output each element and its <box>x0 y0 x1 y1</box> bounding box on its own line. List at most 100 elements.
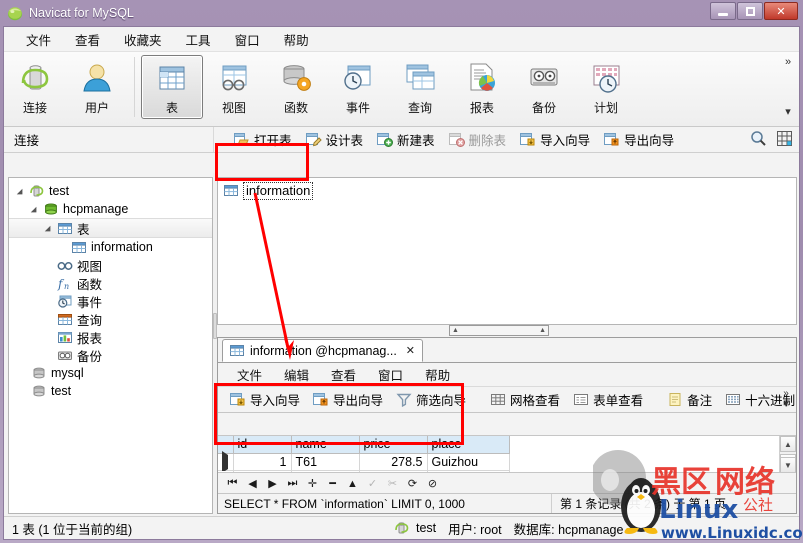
column-header-name[interactable]: name <box>291 436 360 454</box>
form-view-button[interactable]: 表单查看 <box>567 387 649 412</box>
tree-node-test-connection[interactable]: test <box>9 182 212 200</box>
tree-node-events[interactable]: 事件 <box>9 292 212 310</box>
memo-button[interactable]: 备注 <box>661 387 718 412</box>
current-row-indicator <box>218 450 234 473</box>
search-icon[interactable] <box>750 130 767 150</box>
cancel-edit-icon[interactable]: ✂ <box>384 475 401 492</box>
prev-record-icon[interactable]: ◀ <box>244 475 261 492</box>
toolbar-overflow[interactable]: » ▾ <box>781 56 795 118</box>
toolbar-query-button[interactable]: 查询 <box>389 55 451 119</box>
data-grid: id name price place 1 T61 278.5 Guizhou … <box>218 435 796 473</box>
toolbar-connection-button[interactable]: 连接 <box>4 55 66 119</box>
table-row[interactable]: 1 T61 278.5 Guizhou <box>218 450 510 473</box>
design-table-button[interactable]: 设计表 <box>300 127 370 152</box>
menu-file[interactable]: 文件 <box>14 27 63 52</box>
expand-twisty-icon[interactable] <box>45 223 56 234</box>
toolbar-view-button[interactable]: 视图 <box>203 55 265 119</box>
cell-id[interactable]: 1 <box>233 453 292 471</box>
menu-window[interactable]: 窗口 <box>223 27 272 52</box>
filter-wizard-button[interactable]: 筛选向导 <box>390 387 472 412</box>
toolbar-backup-button[interactable]: 备份 <box>513 55 575 119</box>
object-list-item-information[interactable]: information <box>218 178 796 201</box>
tree-node-mysql-db[interactable]: mysql <box>9 364 212 382</box>
inner-toolbar-overflow[interactable]: » ▾ <box>780 388 792 410</box>
grid-view-button[interactable]: 网格查看 <box>484 387 566 412</box>
expand-twisty-icon[interactable] <box>17 186 28 197</box>
cell-price[interactable]: 278.5 <box>359 453 428 471</box>
maximize-button[interactable] <box>737 2 763 20</box>
stop-icon[interactable]: ⊘ <box>424 475 441 492</box>
export-wizard-button[interactable]: 导出向导 <box>598 127 680 152</box>
inner-overflow-chevron-icon: » <box>783 388 789 399</box>
tree-node-tables[interactable]: 表 <box>9 218 212 238</box>
status-bar: 1 表 (1 位于当前的组) test 用户: root 数据库: hcpman… <box>4 516 799 539</box>
next-record-icon[interactable]: ▶ <box>264 475 281 492</box>
scroll-up-icon[interactable]: ▲ <box>780 436 796 452</box>
tree-node-label: 备份 <box>77 349 103 364</box>
object-list-hscrollbar[interactable]: ▲ ▲ <box>449 325 549 336</box>
connection-tree-pane: test hcpmanage 表 information 视图 f n 函数 事… <box>8 177 213 514</box>
tab-information-hcpmanage[interactable]: information @hcpmanag... ✕ <box>222 339 424 362</box>
add-record-icon[interactable]: ✛ <box>304 475 321 492</box>
toolbar-function-button[interactable]: 函数 <box>265 55 327 119</box>
column-header-place[interactable]: place <box>427 436 510 454</box>
toolbar-table-button[interactable]: 表 <box>141 55 203 119</box>
inner-export-wizard-button[interactable]: 导出向导 <box>307 387 389 412</box>
database-gray-icon <box>31 384 47 399</box>
import-wizard-button[interactable]: 导入向导 <box>514 127 596 152</box>
close-button[interactable]: ✕ <box>764 2 798 20</box>
open-table-icon <box>234 132 250 147</box>
grid-layout-icon[interactable] <box>776 130 793 150</box>
inner-export-wizard-label: 导出向导 <box>333 394 384 408</box>
object-list: information <box>217 177 797 325</box>
toolbar-user-button[interactable]: 用户 <box>66 55 128 119</box>
inner-import-wizard-button[interactable]: 导入向导 <box>224 387 306 412</box>
toolbar-report-button[interactable]: 报表 <box>451 55 513 119</box>
menu-help[interactable]: 帮助 <box>272 27 321 52</box>
tree-node-test-db[interactable]: test <box>9 382 212 400</box>
confirm-icon[interactable]: ✓ <box>364 475 381 492</box>
tab-close-icon[interactable]: ✕ <box>406 344 415 357</box>
column-header-price[interactable]: price <box>359 436 428 454</box>
last-record-icon[interactable]: ⏭ <box>284 475 301 492</box>
tree-node-hcpmanage[interactable]: hcpmanage <box>9 200 212 218</box>
window-frame: Navicat for MySQL ✕ 文件 查看 收藏夹 工具 窗口 帮助 连… <box>0 0 803 543</box>
tree-node-backups[interactable]: 备份 <box>9 346 212 364</box>
delete-record-icon[interactable]: ━ <box>324 475 341 492</box>
inner-menu-window[interactable]: 窗口 <box>367 363 414 386</box>
tree-node-queries[interactable]: 查询 <box>9 310 212 328</box>
minimize-button[interactable] <box>710 2 736 20</box>
toolbar-schedule-button[interactable]: 计划 <box>575 55 637 119</box>
menu-favorites[interactable]: 收藏夹 <box>112 27 174 52</box>
new-table-button[interactable]: 新建表 <box>371 127 441 152</box>
open-table-button[interactable]: 打开表 <box>228 127 298 152</box>
tree-node-reports[interactable]: 报表 <box>9 328 212 346</box>
tree-node-label: 查询 <box>77 313 103 328</box>
connection-icon <box>394 521 410 536</box>
delete-table-button[interactable]: 删除表 <box>443 127 513 152</box>
views-icon <box>57 258 73 273</box>
inner-menu-view[interactable]: 查看 <box>320 363 367 386</box>
cell-place[interactable]: Guizhou <box>427 453 510 471</box>
refresh-icon[interactable]: ⟳ <box>404 475 421 492</box>
first-record-icon[interactable]: ⏮ <box>224 475 241 492</box>
apply-record-icon[interactable]: ▲ <box>344 475 361 492</box>
inner-menu-file[interactable]: 文件 <box>226 363 273 386</box>
inner-menu-edit[interactable]: 编辑 <box>273 363 320 386</box>
column-header-id[interactable]: id <box>233 436 292 454</box>
grid-vertical-scrollbar[interactable]: ▲ ▼ <box>779 436 796 473</box>
query-icon <box>400 60 440 98</box>
menu-tools[interactable]: 工具 <box>174 27 223 52</box>
tree-node-views[interactable]: 视图 <box>9 256 212 274</box>
menu-view[interactable]: 查看 <box>63 27 112 52</box>
table-window-menubar: 文件 编辑 查看 窗口 帮助 <box>218 363 796 387</box>
cell-name[interactable]: T61 <box>291 453 360 471</box>
svg-text:n: n <box>64 282 69 291</box>
scroll-down-icon[interactable]: ▼ <box>780 457 796 473</box>
status-user: 用户: root <box>448 522 502 537</box>
inner-menu-help[interactable]: 帮助 <box>414 363 461 386</box>
expand-twisty-icon[interactable] <box>31 204 42 215</box>
tree-node-functions[interactable]: f n 函数 <box>9 274 212 292</box>
toolbar-event-button[interactable]: 事件 <box>327 55 389 119</box>
tree-node-information-table[interactable]: information <box>9 238 212 256</box>
